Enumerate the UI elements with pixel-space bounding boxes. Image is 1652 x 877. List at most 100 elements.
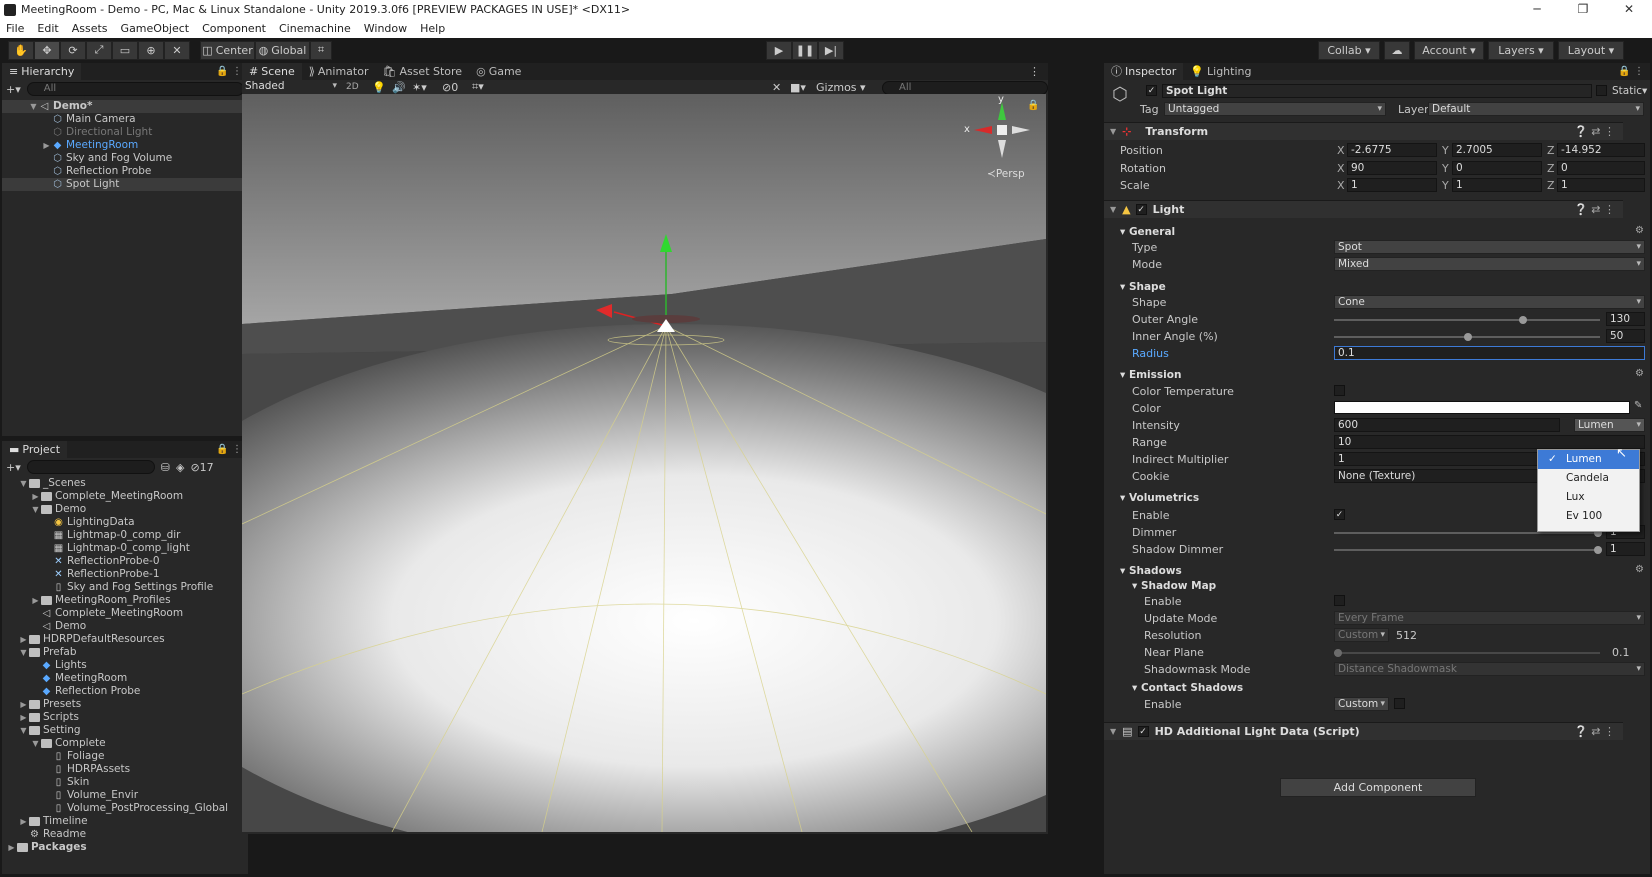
hidden-objects-icon[interactable]: ⊘0 — [442, 81, 458, 94]
project-item[interactable]: ▶ MeetingRoom_Profiles — [2, 594, 248, 607]
type-dropdown[interactable]: Spot — [1334, 240, 1645, 254]
tab-project[interactable]: ▬ Project — [2, 441, 68, 458]
menu-window[interactable]: Window — [364, 22, 407, 35]
rotation-z-field[interactable]: 0 — [1557, 161, 1645, 175]
shadowmask-mode-dropdown[interactable]: Distance Shadowmask — [1334, 662, 1645, 676]
inner-angle-slider[interactable] — [1334, 329, 1604, 345]
hand-tool-icon[interactable]: ✋ — [8, 40, 34, 60]
unit-option-ev100[interactable]: Ev 100 — [1538, 507, 1639, 526]
custom-tool-icon[interactable]: ✕ — [164, 40, 190, 60]
2d-toggle[interactable]: 2D — [346, 82, 359, 92]
scene-viewport[interactable]: x y ≺Persp 🔒 — [242, 94, 1046, 832]
project-item[interactable]: ◉ LightingData — [2, 516, 248, 529]
volumetrics-enable-checkbox[interactable]: ✓ — [1334, 509, 1345, 520]
fold-icon[interactable]: ▶ — [30, 490, 41, 503]
tab-animator[interactable]: ⟫ Animator — [302, 63, 376, 80]
project-item[interactable]: ✕ ReflectionProbe-1 — [2, 568, 248, 581]
menu-assets[interactable]: Assets — [72, 22, 108, 35]
object-name-field[interactable]: Spot Light — [1162, 84, 1592, 98]
outer-angle-knob[interactable] — [1518, 316, 1527, 324]
project-item[interactable]: ◁ Complete_MeetingRoom — [2, 607, 248, 620]
menu-file[interactable]: File — [6, 22, 24, 35]
tab-game[interactable]: ◎ Game — [469, 63, 528, 80]
project-item[interactable]: ▦ Lightmap-0_comp_dir — [2, 529, 248, 542]
fold-icon[interactable]: ▶ — [18, 698, 29, 711]
emission-section[interactable]: ▾ Emission — [1120, 369, 1181, 381]
fold-icon[interactable]: ▶ — [6, 841, 17, 854]
inner-angle-knob[interactable] — [1464, 333, 1472, 341]
fold-icon[interactable]: ▶ — [41, 139, 52, 152]
hd-enabled-checkbox[interactable]: ✓ — [1137, 726, 1149, 737]
tab-lighting[interactable]: 💡 Lighting — [1183, 63, 1258, 80]
menu-help[interactable]: Help — [420, 22, 445, 35]
inner-angle-field[interactable]: 50 — [1606, 329, 1645, 343]
section-settings-icon[interactable]: ⚙ — [1635, 368, 1644, 379]
project-item[interactable]: ▼ Prefab — [2, 646, 248, 659]
cloud-icon[interactable]: ☁ — [1384, 40, 1410, 60]
tag-dropdown[interactable]: Untagged — [1164, 102, 1386, 116]
color-swatch[interactable] — [1334, 401, 1630, 414]
hd-light-data-header[interactable]: ▼ ▤ ✓ HD Additional Light Data (Script) … — [1104, 722, 1623, 740]
hierarchy-item[interactable]: ⬡ Directional Light — [2, 126, 248, 139]
shading-dropdown[interactable]: Shaded — [242, 80, 340, 94]
project-item[interactable]: ▯ HDRPAssets — [2, 763, 248, 776]
camera-icon[interactable]: ■▾ — [790, 81, 806, 94]
tab-asset-store[interactable]: 🛍 Asset Store — [375, 63, 469, 80]
hierarchy-item[interactable]: ⬡ Reflection Probe — [2, 165, 248, 178]
inspector-lock-icon[interactable]: 🔒 ⋮ — [1618, 66, 1644, 77]
add-component-button[interactable]: Add Component — [1280, 778, 1476, 797]
lock-icon[interactable]: 🔒 ⋮ — [216, 66, 242, 77]
filter-label-icon[interactable]: ◈ — [176, 461, 184, 474]
project-item[interactable]: ▦ Lightmap-0_comp_light — [2, 542, 248, 555]
hierarchy-item[interactable]: ⬡ Spot Light — [2, 178, 248, 191]
project-item[interactable]: ▶ Timeline — [2, 815, 248, 828]
update-mode-dropdown[interactable]: Every Frame — [1334, 611, 1645, 625]
project-item[interactable]: ▯ Foliage — [2, 750, 248, 763]
fold-icon[interactable]: ▶ — [18, 633, 29, 646]
shadow-dimmer-slider[interactable] — [1334, 542, 1604, 558]
close-button[interactable]: ✕ — [1606, 0, 1652, 19]
unit-option-lux[interactable]: Lux — [1538, 488, 1639, 507]
project-item[interactable]: ◆ MeetingRoom — [2, 672, 248, 685]
fold-icon[interactable]: ▼ — [1110, 127, 1116, 136]
transform-tool-icon[interactable]: ⊕ — [138, 40, 164, 60]
tools-icon[interactable]: ✕ — [772, 81, 781, 94]
position-x-field[interactable]: -2.6775 — [1347, 143, 1437, 157]
pause-icon[interactable]: ❚❚ — [792, 40, 818, 60]
shape-dropdown[interactable]: Cone — [1334, 295, 1645, 309]
fold-icon[interactable]: ▼ — [18, 724, 29, 737]
menu-component[interactable]: Component — [202, 22, 266, 35]
shadow-map-section[interactable]: ▾ Shadow Map — [1132, 580, 1216, 592]
collab-button[interactable]: Collab ▾ — [1318, 40, 1380, 60]
resolution-mode-dropdown[interactable]: Custom — [1334, 628, 1389, 642]
hidden-count-icon[interactable]: ⊘17 — [190, 461, 213, 474]
pivot-center-button[interactable]: ◫ Center — [200, 40, 255, 60]
component-menu-icon[interactable]: ❔ ⇄ ⋮ — [1574, 725, 1615, 738]
position-y-field[interactable]: 2.7005 — [1452, 143, 1542, 157]
shadow-dimmer-field[interactable]: 1 — [1606, 542, 1645, 556]
project-item[interactable]: ▼ Demo — [2, 503, 248, 516]
move-tool-icon[interactable]: ✥ — [34, 40, 60, 60]
fold-icon[interactable]: ▶ — [30, 594, 41, 607]
scale-y-field[interactable]: 1 — [1452, 178, 1542, 192]
scale-tool-icon[interactable]: ⤢ — [86, 40, 112, 60]
project-item[interactable]: ▼ Setting — [2, 724, 248, 737]
project-item[interactable]: ▼ _Scenes — [2, 477, 248, 490]
tab-scene[interactable]: # Scene — [242, 63, 302, 80]
position-z-field[interactable]: -14.952 — [1557, 143, 1645, 157]
shape-section[interactable]: ▾ Shape — [1120, 281, 1166, 293]
contact-mode-dropdown[interactable]: Custom — [1334, 697, 1389, 711]
range-field[interactable]: 10 — [1334, 435, 1645, 449]
minimize-button[interactable]: ─ — [1514, 0, 1560, 19]
gizmos-dropdown[interactable]: Gizmos ▾ — [816, 81, 866, 94]
audio-toggle-icon[interactable]: 🔊 — [392, 81, 406, 94]
menu-edit[interactable]: Edit — [37, 22, 58, 35]
scene-gizmo[interactable]: x y — [964, 94, 1032, 160]
menu-gameobject[interactable]: GameObject — [121, 22, 190, 35]
fold-icon[interactable]: ▼ — [18, 646, 29, 659]
more-icon[interactable]: ⋮ — [1029, 65, 1040, 78]
light-header[interactable]: ▼ ▲ ✓ Light ❔ ⇄ ⋮ — [1104, 200, 1623, 218]
fold-icon[interactable]: ▼ — [30, 503, 41, 516]
project-item[interactable]: ▶ Presets — [2, 698, 248, 711]
eyedropper-icon[interactable]: ✎ — [1634, 400, 1642, 411]
